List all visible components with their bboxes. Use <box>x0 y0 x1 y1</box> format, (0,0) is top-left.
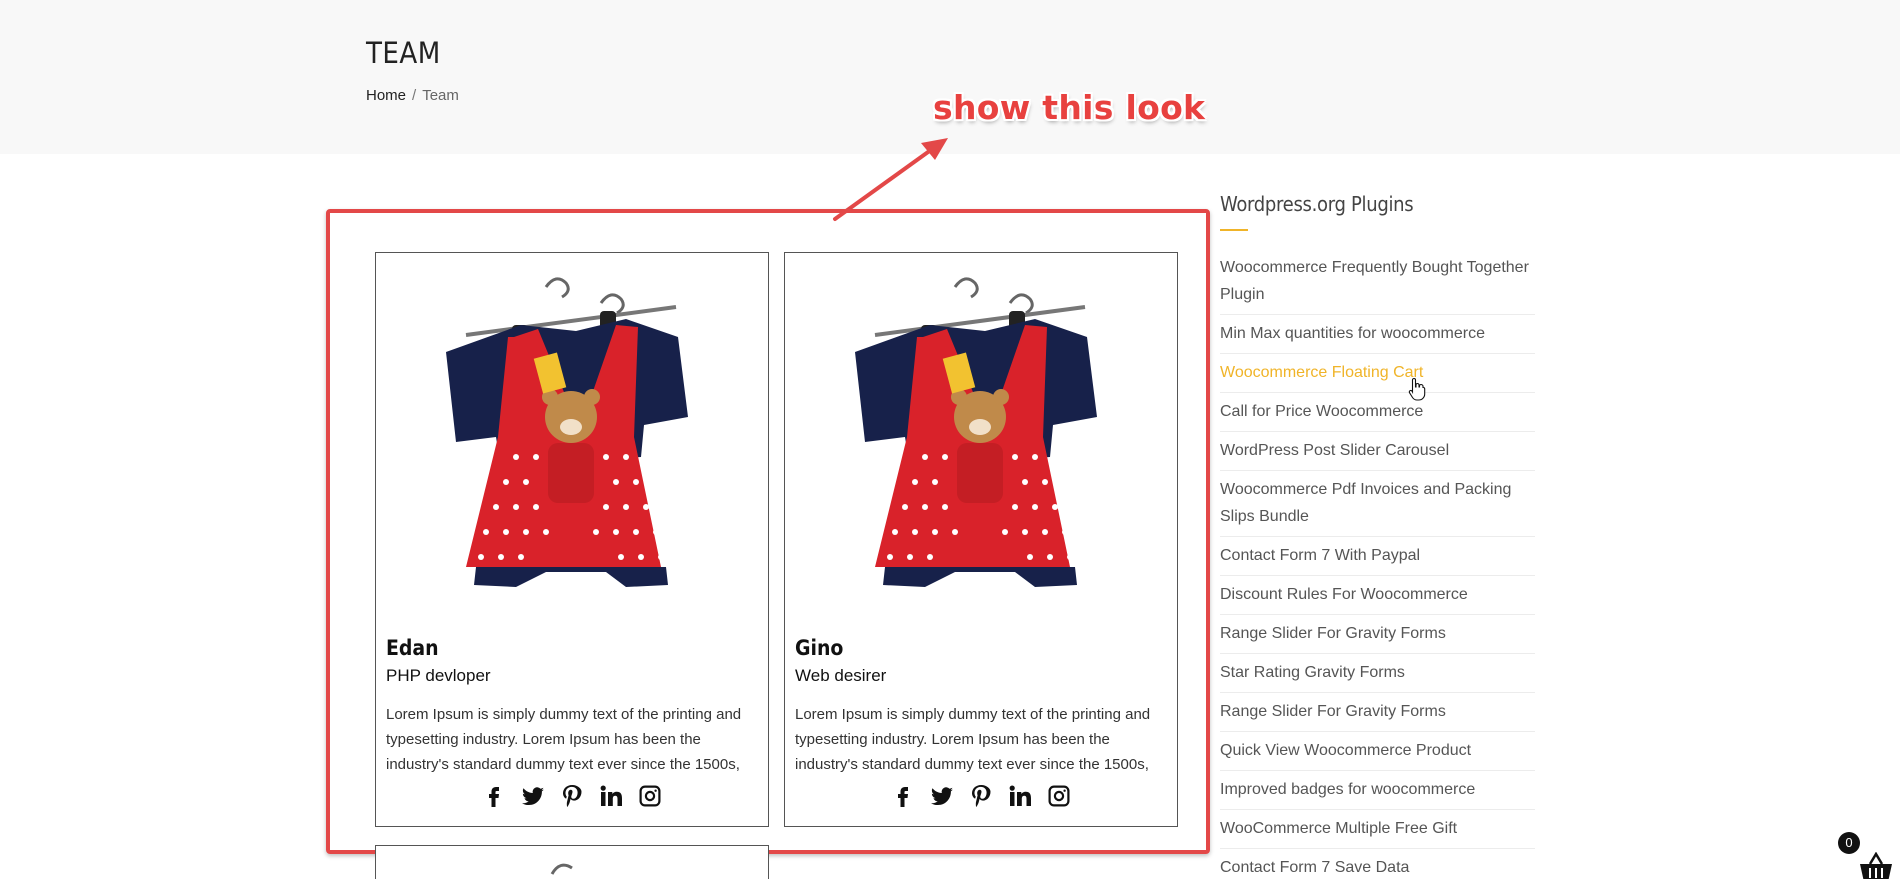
list-item: Star Rating Gravity Forms <box>1220 654 1535 693</box>
page-header: TEAM Home / Team <box>0 0 1900 154</box>
facebook-icon[interactable] <box>481 783 507 809</box>
plugin-link[interactable]: Discount Rules For Woocommerce <box>1220 586 1468 603</box>
list-item: Contact Form 7 Save Data <box>1220 849 1535 879</box>
team-member-description: Lorem Ipsum is simply dummy text of the … <box>386 706 742 773</box>
pinterest-icon[interactable] <box>559 783 585 809</box>
team-member-photo <box>446 277 688 587</box>
list-item: Min Max quantities for woocommerce <box>1220 315 1535 354</box>
plugin-link[interactable]: Improved badges for woocommerce <box>1220 781 1475 798</box>
list-item: WordPress Post Slider Carousel <box>1220 432 1535 471</box>
sidebar-title: Wordpress.org Plugins <box>1220 192 1414 216</box>
team-member-name: Edan <box>386 636 439 660</box>
list-item: Woocommerce Frequently Bought Together P… <box>1220 249 1535 315</box>
pinterest-icon[interactable] <box>968 783 994 809</box>
breadcrumb: Home / Team <box>366 87 459 104</box>
team-member-role: PHP devloper <box>386 666 491 685</box>
social-links <box>376 783 768 809</box>
team-member-photo <box>550 863 573 875</box>
cart-count-badge: 0 <box>1838 832 1860 854</box>
team-member-role: Web desirer <box>795 666 887 685</box>
twitter-icon[interactable] <box>520 783 546 809</box>
page-title: TEAM <box>366 36 441 70</box>
facebook-icon[interactable] <box>890 783 916 809</box>
basket-icon <box>1860 852 1892 879</box>
plugin-link[interactable]: Woocommerce Frequently Bought Together P… <box>1220 259 1529 303</box>
plugin-link[interactable]: Quick View Woocommerce Product <box>1220 742 1471 759</box>
breadcrumb-home-link[interactable]: Home <box>366 87 406 104</box>
linkedin-icon[interactable] <box>1007 783 1033 809</box>
team-member-description: Lorem Ipsum is simply dummy text of the … <box>795 706 1151 773</box>
plugin-link[interactable]: Woocommerce Pdf Invoices and Packing Sli… <box>1220 481 1511 525</box>
list-item: Call for Price Woocommerce <box>1220 393 1535 432</box>
list-item: Woocommerce Pdf Invoices and Packing Sli… <box>1220 471 1535 537</box>
plugin-link[interactable]: Range Slider For Gravity Forms <box>1220 703 1446 720</box>
plugin-link[interactable]: Contact Form 7 Save Data <box>1220 859 1409 876</box>
plugin-link[interactable]: Min Max quantities for woocommerce <box>1220 325 1485 342</box>
social-links <box>785 783 1177 809</box>
plugin-link[interactable]: WooCommerce Multiple Free Gift <box>1220 820 1457 837</box>
plugin-link[interactable]: Contact Form 7 With Paypal <box>1220 547 1420 564</box>
linkedin-icon[interactable] <box>598 783 624 809</box>
plugin-link[interactable]: WordPress Post Slider Carousel <box>1220 442 1449 459</box>
annotation-label: show this look <box>933 88 1206 127</box>
plugin-list: Woocommerce Frequently Bought Together P… <box>1220 249 1535 879</box>
list-item: Quick View Woocommerce Product <box>1220 732 1535 771</box>
list-item: Range Slider For Gravity Forms <box>1220 693 1535 732</box>
plugin-link[interactable]: Star Rating Gravity Forms <box>1220 664 1405 681</box>
plugin-link[interactable]: Call for Price Woocommerce <box>1220 403 1423 420</box>
team-member-name: Gino <box>795 636 844 660</box>
instagram-icon[interactable] <box>637 783 663 809</box>
team-card <box>375 845 769 879</box>
list-item: Discount Rules For Woocommerce <box>1220 576 1535 615</box>
team-card: Edan PHP devloper Lorem Ipsum is simply … <box>375 252 769 827</box>
list-item: Improved badges for woocommerce <box>1220 771 1535 810</box>
plugin-link-active[interactable]: Woocommerce Floating Cart <box>1220 364 1423 381</box>
hand-cursor-icon <box>1408 377 1426 401</box>
sidebar-widget: Wordpress.org Plugins Woocommerce Freque… <box>1220 192 1535 879</box>
plugin-link[interactable]: Range Slider For Gravity Forms <box>1220 625 1446 642</box>
list-item: Woocommerce Floating Cart <box>1220 354 1535 393</box>
list-item: Range Slider For Gravity Forms <box>1220 615 1535 654</box>
list-item: Contact Form 7 With Paypal <box>1220 537 1535 576</box>
instagram-icon[interactable] <box>1046 783 1072 809</box>
floating-cart[interactable]: 0 <box>1838 832 1898 879</box>
team-card: Gino Web desirer Lorem Ipsum is simply d… <box>784 252 1178 827</box>
title-underline <box>1220 229 1248 231</box>
breadcrumb-separator: / <box>412 87 417 104</box>
team-member-photo <box>855 277 1097 587</box>
twitter-icon[interactable] <box>929 783 955 809</box>
breadcrumb-current: Team <box>422 87 459 104</box>
list-item: WooCommerce Multiple Free Gift <box>1220 810 1535 849</box>
